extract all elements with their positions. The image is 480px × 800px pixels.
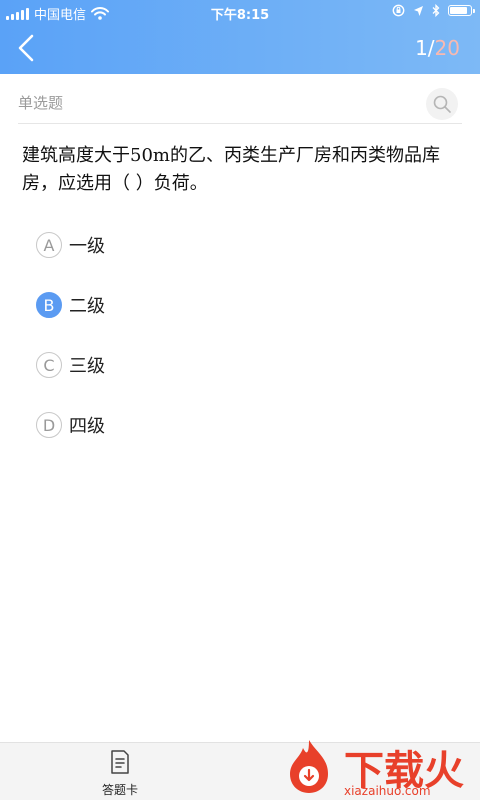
orientation-lock-icon xyxy=(392,4,405,17)
question-text: 建筑高度大于50m的乙、丙类生产厂房和丙类物品库房，应选用（ ）负荷。 xyxy=(22,145,440,194)
battery-icon xyxy=(448,5,475,16)
option-c[interactable]: C 三级 xyxy=(36,345,105,385)
option-b[interactable]: B 二级 xyxy=(36,285,105,325)
status-right xyxy=(392,4,475,17)
progress-total: 20 xyxy=(434,36,460,60)
option-letter-b: B xyxy=(36,292,62,318)
option-text-d: 四级 xyxy=(69,416,105,437)
option-letter-d: D xyxy=(36,412,62,438)
watermark-url: xiazaihuo.com xyxy=(344,784,431,798)
option-letter-c: C xyxy=(36,352,62,378)
answer-card-button[interactable]: 答题卡 xyxy=(90,749,150,799)
progress-current: 1/ xyxy=(415,36,435,60)
option-text-b: 二级 xyxy=(69,296,105,317)
option-d[interactable]: D 四级 xyxy=(36,405,105,445)
option-letter-a: A xyxy=(36,232,62,258)
option-text-a: 一级 xyxy=(69,236,105,257)
chevron-left-icon xyxy=(18,34,34,62)
bluetooth-icon xyxy=(432,4,440,17)
option-text-c: 三级 xyxy=(69,356,105,377)
question-type-label: 单选题 xyxy=(18,94,64,112)
question-type-row: 单选题 xyxy=(18,84,462,124)
battery-level-fill xyxy=(450,7,467,14)
option-a[interactable]: A 一级 xyxy=(36,225,105,265)
search-button[interactable] xyxy=(426,88,458,120)
top-bar: 中国电信 下午8:15 1/20 xyxy=(0,0,480,74)
back-button[interactable] xyxy=(12,30,46,66)
search-icon xyxy=(433,95,451,113)
answer-sheet-icon xyxy=(111,750,129,774)
location-icon xyxy=(414,5,423,16)
flame-logo-icon xyxy=(290,740,328,793)
watermark: 下载火 xiazaihuo.com xyxy=(282,736,480,800)
status-bar: 中国电信 下午8:15 xyxy=(0,0,480,24)
question-progress: 1/20 xyxy=(415,36,460,60)
answer-card-label: 答题卡 xyxy=(101,783,138,797)
